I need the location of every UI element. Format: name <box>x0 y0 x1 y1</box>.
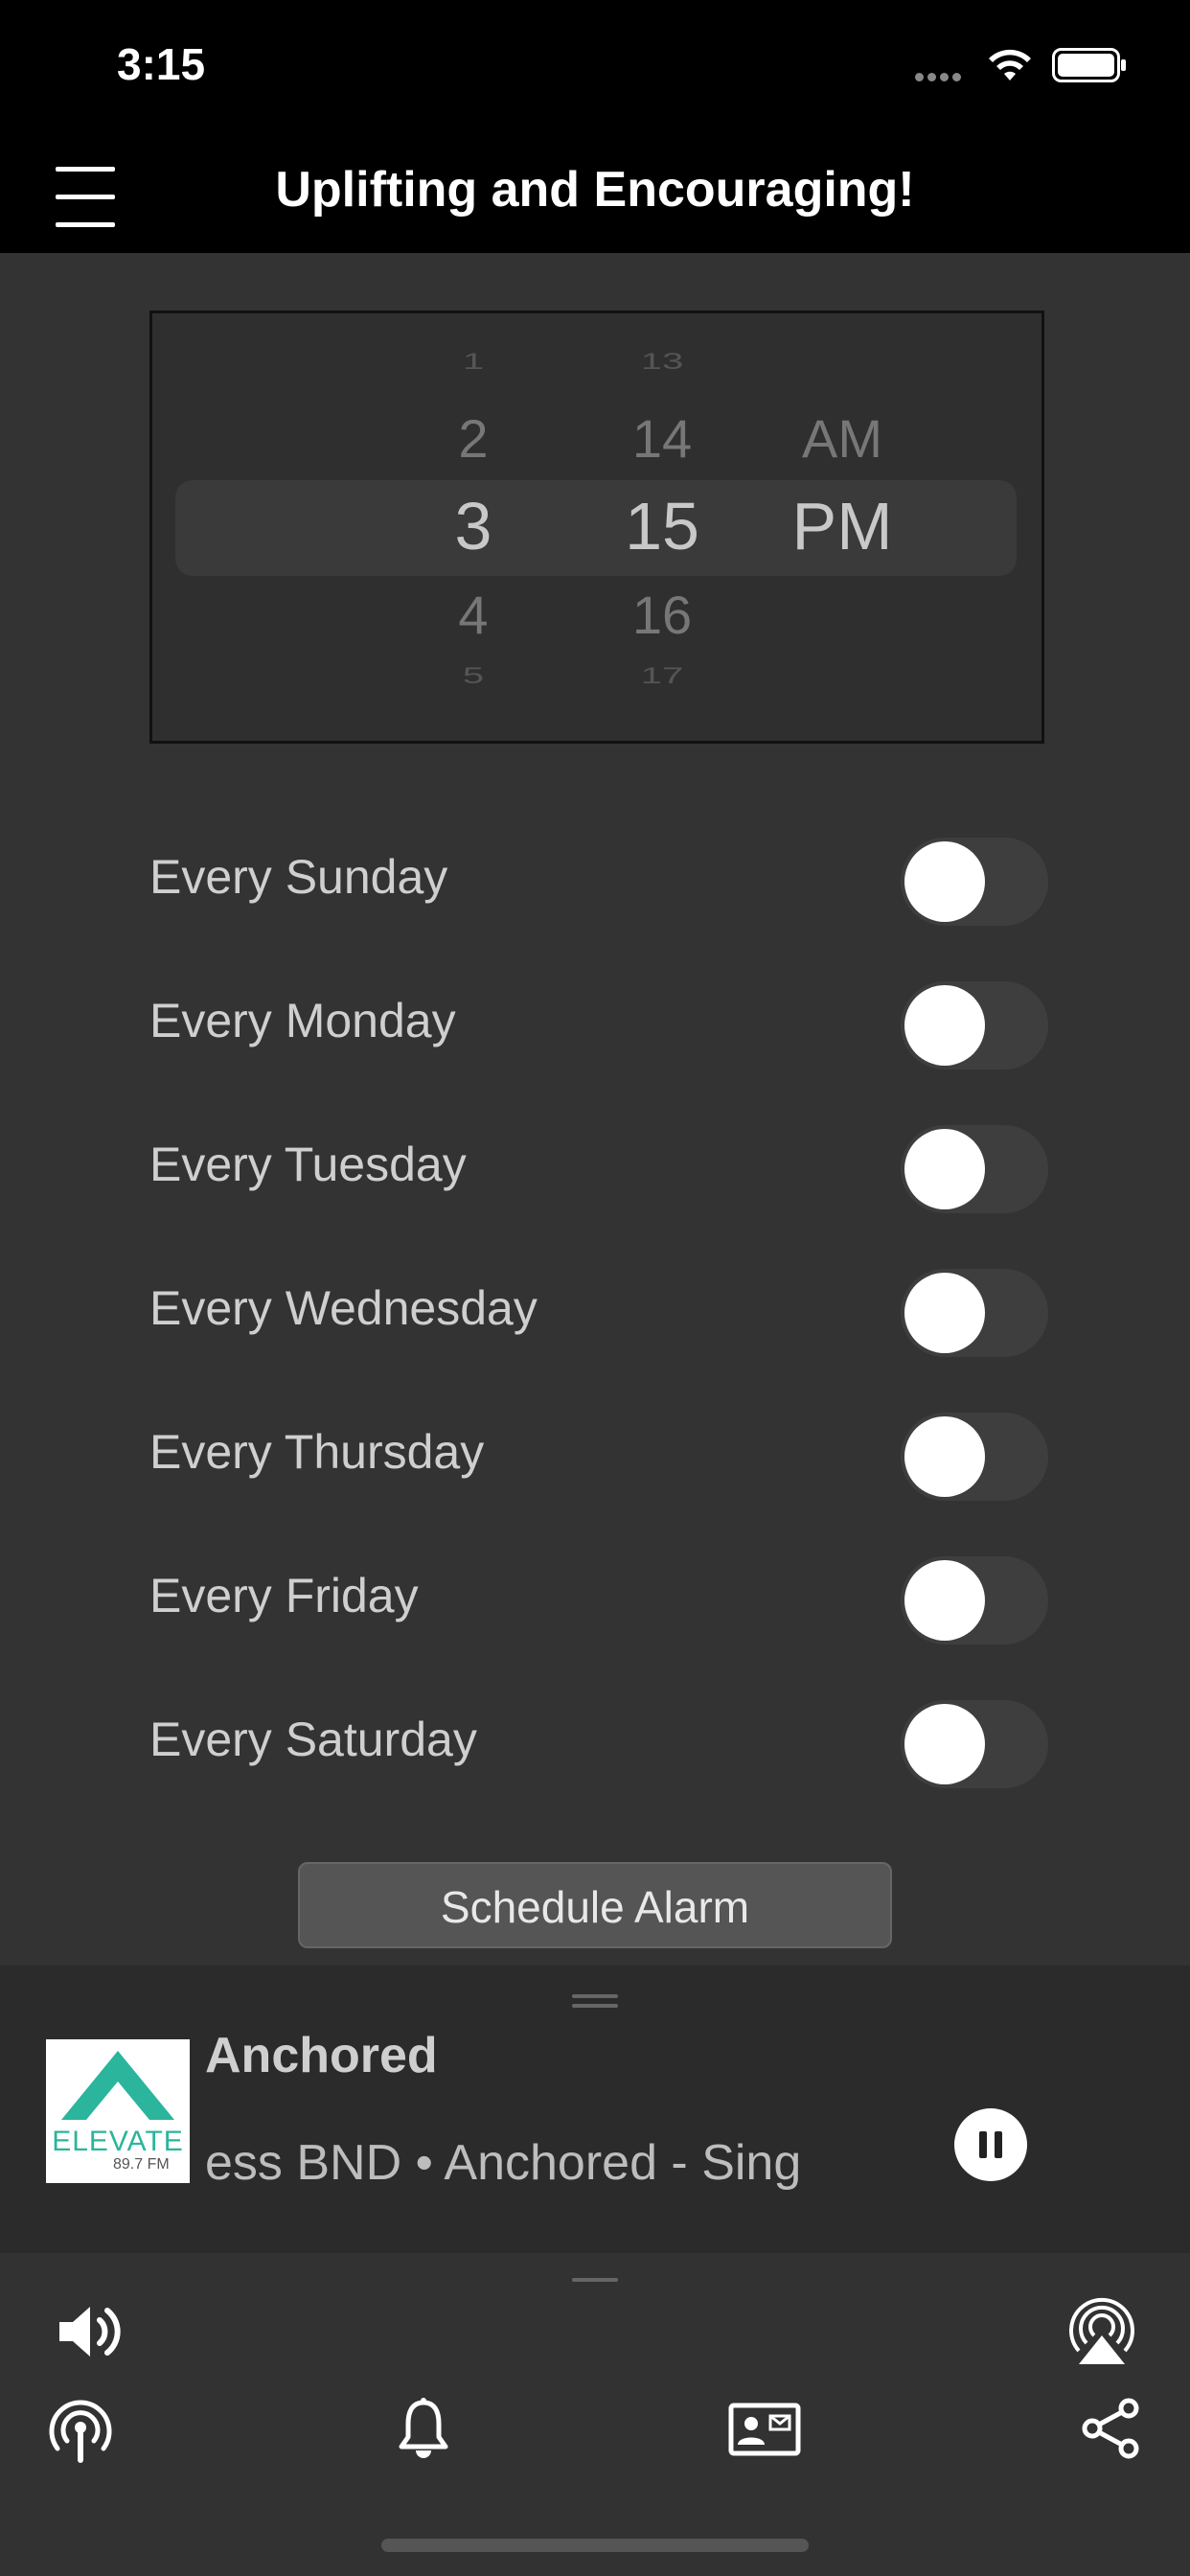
friday-toggle[interactable] <box>901 1556 1048 1644</box>
contact-card-icon[interactable] <box>728 2403 801 2456</box>
picker-minute-item: 13 <box>640 349 684 375</box>
day-row-friday: Every Friday <box>149 1543 1048 1644</box>
track-artist-marquee: ess BND • Anchored - Sing <box>205 2135 802 2191</box>
player-drag-handle[interactable] <box>572 1994 618 2008</box>
schedule-alarm-button[interactable]: Schedule Alarm <box>298 1862 892 1948</box>
wifi-icon <box>989 49 1031 80</box>
thursday-toggle[interactable] <box>901 1413 1048 1501</box>
toggle-knob <box>904 1129 985 1209</box>
sunday-toggle[interactable] <box>901 838 1048 926</box>
day-label: Every Monday <box>149 994 456 1047</box>
picker-period-item: AM <box>802 408 882 469</box>
day-label: Every Wednesday <box>149 1281 538 1335</box>
picker-minute-item: 14 <box>631 408 693 469</box>
picker-minute-item: 17 <box>640 663 684 689</box>
day-row-wednesday: Every Wednesday <box>149 1255 1048 1357</box>
bell-icon[interactable] <box>397 2397 450 2460</box>
day-row-saturday: Every Saturday <box>149 1687 1048 1788</box>
day-row-thursday: Every Thursday <box>149 1399 1048 1501</box>
podcast-icon[interactable] <box>48 2399 113 2464</box>
day-row-monday: Every Monday <box>149 968 1048 1070</box>
picker-hour-item: 4 <box>458 585 489 645</box>
speaker-icon[interactable] <box>54 2297 126 2366</box>
day-row-sunday: Every Sunday <box>149 824 1048 926</box>
toggle-knob <box>904 841 985 922</box>
bottom-toolbar <box>0 2253 1190 2576</box>
track-title: Anchored <box>205 2028 438 2083</box>
airplay-icon[interactable] <box>1065 2295 1138 2368</box>
toggle-knob <box>904 1273 985 1353</box>
picker-period-selected: PM <box>791 489 893 564</box>
toggle-knob <box>904 985 985 1066</box>
day-row-tuesday: Every Tuesday <box>149 1112 1048 1213</box>
picker-hour-item: 1 <box>462 349 485 375</box>
battery-icon <box>1052 48 1126 82</box>
day-label: Every Thursday <box>149 1425 485 1479</box>
share-icon[interactable] <box>1081 2397 1142 2460</box>
picker-hour-item: 5 <box>462 663 485 689</box>
day-label: Every Saturday <box>149 1713 477 1766</box>
saturday-toggle[interactable] <box>901 1700 1048 1788</box>
signal-icon <box>915 69 965 86</box>
nav-bar: Uplifting and Encouraging! <box>0 134 1190 253</box>
day-label: Every Tuesday <box>149 1138 467 1191</box>
status-time: 3:15 <box>117 39 206 89</box>
picker-minute-item: 16 <box>631 585 693 645</box>
day-label: Every Sunday <box>149 850 448 904</box>
day-label: Every Friday <box>149 1569 419 1622</box>
toggle-knob <box>904 1704 985 1784</box>
album-art: ELEVATE 89.7 FM <box>46 2039 190 2183</box>
status-bar: 3:15 <box>0 0 1190 134</box>
monday-toggle[interactable] <box>901 981 1048 1070</box>
pause-button[interactable] <box>954 2108 1027 2181</box>
page-title: Uplifting and Encouraging! <box>275 162 915 218</box>
picker-minute-selected: 15 <box>625 489 699 564</box>
elevate-logo-roof <box>61 2051 174 2120</box>
toggle-knob <box>904 1416 985 1497</box>
picker-hour-selected: 3 <box>454 489 492 564</box>
wednesday-toggle[interactable] <box>901 1269 1048 1357</box>
time-picker[interactable]: 1 2 3 4 5 13 14 15 16 17 AM PM <box>149 310 1044 744</box>
logo-frequency: 89.7 FM <box>113 2156 170 2173</box>
logo-text: ELEVATE <box>52 2126 184 2157</box>
toolbar-drag-handle[interactable] <box>572 2278 618 2291</box>
now-playing-bar[interactable]: ELEVATE 89.7 FM Anchored ess BND • Ancho… <box>0 1966 1190 2253</box>
home-indicator[interactable] <box>381 2539 809 2552</box>
toggle-knob <box>904 1560 985 1641</box>
picker-hour-item: 2 <box>458 408 489 469</box>
tuesday-toggle[interactable] <box>901 1125 1048 1213</box>
